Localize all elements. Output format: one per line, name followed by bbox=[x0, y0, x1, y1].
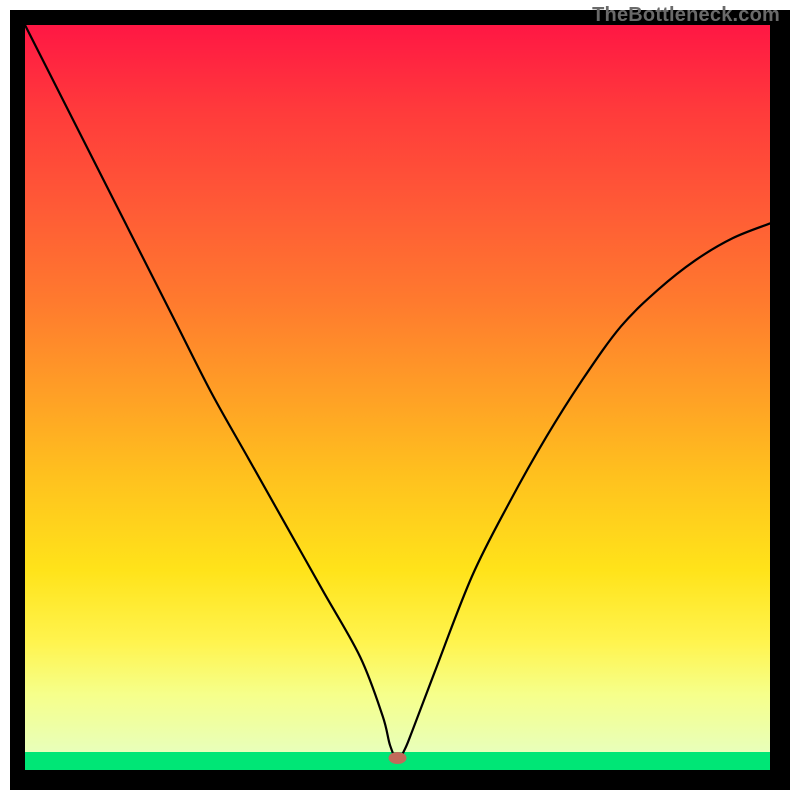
bottleneck-chart: TheBottleneck.com bbox=[0, 0, 800, 800]
watermark-text: TheBottleneck.com bbox=[592, 4, 780, 27]
chart-svg bbox=[0, 0, 800, 800]
